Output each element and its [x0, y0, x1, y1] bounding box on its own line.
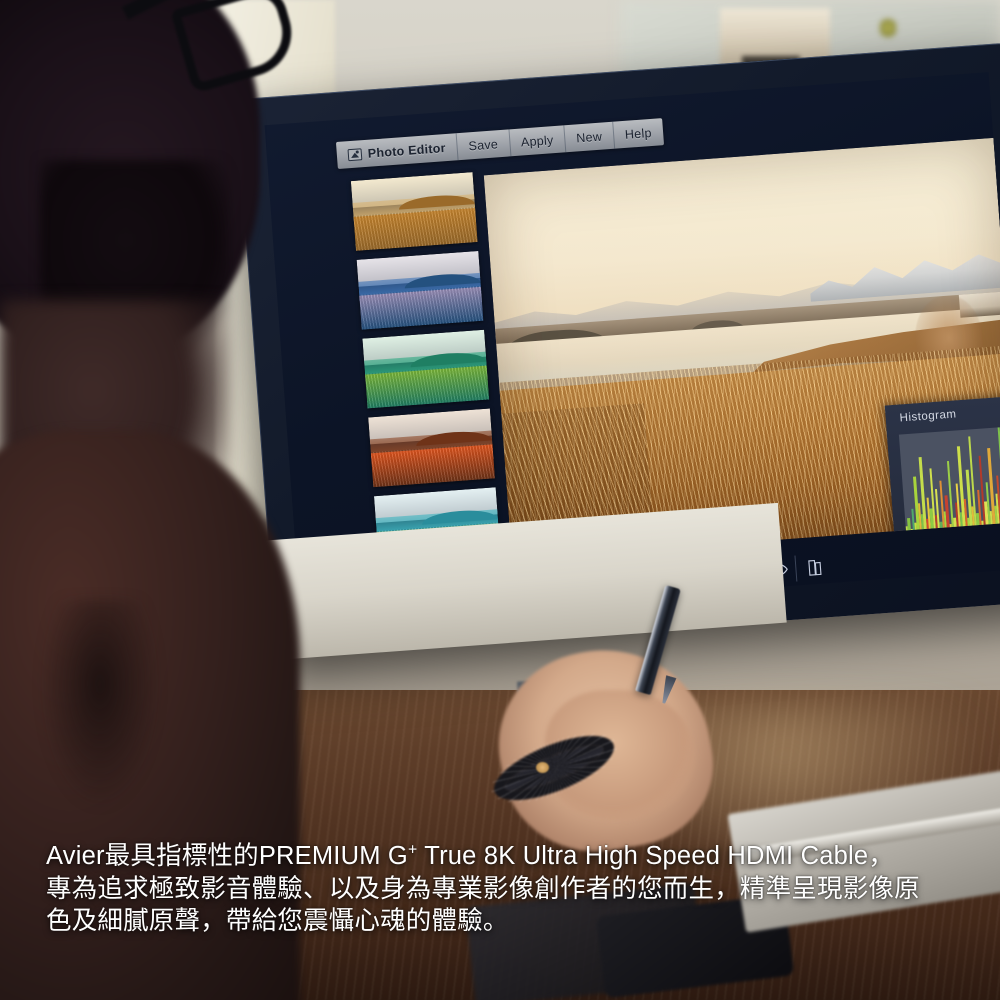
menu-label-apply: Apply: [520, 132, 554, 150]
thumbnail-preset-golden-warm[interactable]: [350, 172, 478, 251]
menu-item-apply[interactable]: Apply: [508, 125, 567, 157]
marketing-caption: Avier最具指標性的PREMIUM G+ True 8K Ultra High…: [0, 840, 1000, 938]
histogram-panel[interactable]: Histogram: [884, 394, 1000, 542]
thumb-grass-texture: [370, 443, 495, 488]
arm-tattoo: [40, 600, 160, 810]
app-menubar: Photo Editor Save Apply New Help: [335, 118, 664, 170]
menu-item-new[interactable]: New: [564, 121, 615, 153]
caption-line-3: 色及細膩原聲，帶給您震懾心魂的體驗。: [46, 907, 509, 936]
menu-item-photo-editor[interactable]: Photo Editor: [335, 133, 459, 170]
thumb-grass-texture: [359, 285, 484, 330]
histogram-bar: [910, 529, 914, 541]
thumbnail-preset-green-teal[interactable]: [362, 329, 490, 409]
layers-icon[interactable]: [795, 553, 833, 582]
caption-line-1-b: True 8K Ultra High Speed HDMI Cable，: [417, 842, 894, 871]
app-title: Photo Editor: [367, 140, 447, 161]
background-plant: [880, 18, 896, 38]
bracelet-gold-bead: [536, 762, 549, 773]
histogram-bar: [939, 481, 946, 538]
menu-label-help: Help: [624, 125, 653, 142]
thumb-grass-texture: [364, 364, 490, 409]
thumbnail-preset-violet-blue[interactable]: [356, 250, 484, 330]
menu-item-help[interactable]: Help: [613, 118, 664, 148]
caption-line-1: Avier最具指標性的PREMIUM G+ True 8K Ultra High…: [46, 840, 954, 873]
menu-item-save[interactable]: Save: [456, 129, 511, 161]
thumbnail-preset-red-orange[interactable]: [368, 408, 495, 488]
caption-superscript-plus: +: [407, 841, 418, 859]
product-photo-scene: Photo Editor Save Apply New Help Histogr…: [0, 0, 1000, 1000]
menu-label-save: Save: [468, 136, 499, 153]
caption-line-1-a: Avier最具指標性的PREMIUM G: [46, 842, 408, 871]
histogram-plot: [898, 424, 1000, 541]
thumb-grass-texture: [353, 207, 478, 251]
caption-line-2: 專為追求極致影音體驗、以及身為專業影像創作者的您而生，精準呈現影像原: [46, 874, 920, 903]
photo-image-icon: [347, 147, 363, 161]
menu-label-new: New: [575, 129, 603, 145]
main-photo-canvas[interactable]: Histogram: [483, 137, 1000, 560]
preset-filmstrip: [350, 172, 501, 567]
